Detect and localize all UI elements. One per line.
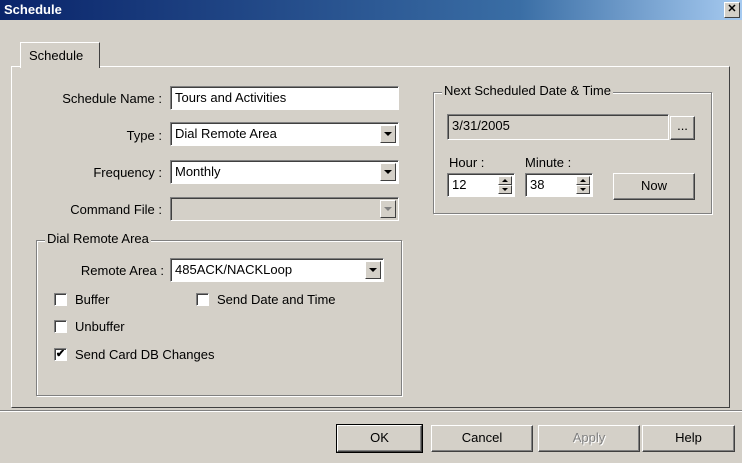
tab-schedule-label: Schedule xyxy=(29,48,84,63)
type-select-value: Dial Remote Area xyxy=(175,126,277,141)
dial-remote-area-title: Dial Remote Area xyxy=(45,231,151,246)
minute-value: 38 xyxy=(530,177,545,192)
close-button[interactable]: ✕ xyxy=(724,2,740,18)
minute-spinner[interactable]: 38 xyxy=(525,173,593,197)
chevron-down-icon[interactable] xyxy=(380,163,396,181)
close-icon: ✕ xyxy=(727,3,737,15)
schedule-name-input[interactable]: Tours and Activities xyxy=(170,86,399,110)
minute-spin-buttons[interactable] xyxy=(576,176,590,194)
remote-area-select-value: 485ACK/NACKLoop xyxy=(175,262,293,277)
date-picker-button[interactable]: ... xyxy=(670,116,695,140)
hour-spin-buttons[interactable] xyxy=(498,176,512,194)
send-card-db-label: Send Card DB Changes xyxy=(75,347,215,362)
hour-value: 12 xyxy=(452,177,467,192)
chevron-down-icon[interactable] xyxy=(365,261,381,279)
hour-label: Hour : xyxy=(449,155,485,170)
command-file-label: Command File : xyxy=(70,202,162,217)
divider xyxy=(0,410,742,412)
minute-label: Minute : xyxy=(525,155,572,170)
type-select[interactable]: Dial Remote Area xyxy=(170,122,399,146)
send-date-time-checkbox[interactable] xyxy=(196,293,209,306)
remote-area-label: Remote Area : xyxy=(80,263,164,278)
spin-up-icon[interactable] xyxy=(498,176,512,185)
spin-down-icon[interactable] xyxy=(498,185,512,194)
cancel-button[interactable]: Cancel xyxy=(431,425,533,452)
chevron-down-icon xyxy=(380,200,396,218)
title-bar: Schedule ✕ xyxy=(0,0,742,20)
next-date-field: 3/31/2005 xyxy=(447,114,669,140)
send-card-db-checkbox[interactable]: ✔ xyxy=(54,348,67,361)
next-scheduled-title: Next Scheduled Date & Time xyxy=(442,83,613,98)
buffer-checkbox[interactable] xyxy=(54,293,67,306)
ok-button[interactable]: OK xyxy=(336,424,423,453)
apply-button: Apply xyxy=(538,425,640,452)
tab-schedule[interactable]: Schedule xyxy=(20,42,100,68)
send-date-time-label: Send Date and Time xyxy=(217,292,336,307)
window-title: Schedule xyxy=(4,2,62,17)
hour-spinner[interactable]: 12 xyxy=(447,173,515,197)
spin-down-icon[interactable] xyxy=(576,185,590,194)
help-button[interactable]: Help xyxy=(642,425,735,452)
command-file-select xyxy=(170,197,399,221)
frequency-select-value: Monthly xyxy=(175,164,221,179)
remote-area-select[interactable]: 485ACK/NACKLoop xyxy=(170,258,384,282)
buffer-label: Buffer xyxy=(75,292,110,307)
type-label: Type : xyxy=(126,128,162,143)
frequency-select[interactable]: Monthly xyxy=(170,160,399,184)
now-button[interactable]: Now xyxy=(613,173,695,200)
checkmark-icon: ✔ xyxy=(55,348,66,360)
schedule-name-label: Schedule Name : xyxy=(62,91,162,106)
unbuffer-checkbox[interactable] xyxy=(54,320,67,333)
unbuffer-label: Unbuffer xyxy=(75,319,125,334)
spin-up-icon[interactable] xyxy=(576,176,590,185)
frequency-label: Frequency : xyxy=(93,165,162,180)
chevron-down-icon[interactable] xyxy=(380,125,396,143)
